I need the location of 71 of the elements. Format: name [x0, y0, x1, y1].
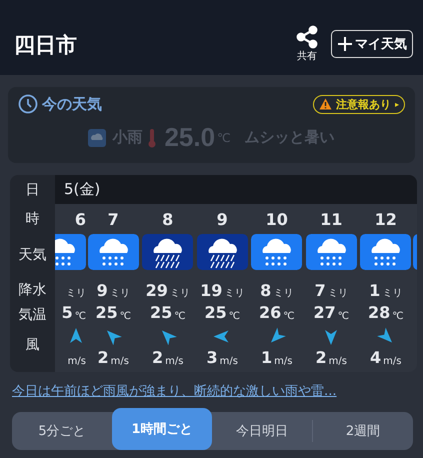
temp-value: 26 — [259, 303, 282, 322]
section-title: 今の天気 — [42, 94, 102, 114]
unit-text: m/s — [220, 356, 238, 367]
unit-text: ℃ — [338, 311, 349, 322]
unit-text: ℃ — [120, 311, 131, 322]
wind-speed-value: 2 — [152, 348, 164, 367]
unit-text: m/s — [110, 356, 129, 367]
hour-text: 9 — [216, 210, 228, 228]
temp-value: 25 — [96, 303, 118, 322]
interval-tab[interactable]: 5分ごと — [12, 412, 112, 450]
rain-cloud-icon — [88, 128, 106, 146]
precip-value: 19 — [200, 281, 222, 300]
date-text: 5(金) — [64, 180, 100, 199]
precip-value: 29 — [146, 281, 168, 300]
interval-tab[interactable]: 今日明日 — [212, 412, 312, 450]
unit-text: ミリ — [170, 287, 190, 300]
temp-value: 28 — [368, 303, 390, 322]
temp-value: 27 — [314, 303, 336, 322]
precip-value: 1 — [369, 281, 380, 300]
unit-text: m/s — [274, 356, 292, 367]
share-button[interactable]: 共有 — [295, 24, 319, 62]
hour-text: 11 — [320, 210, 342, 228]
wind-speed-value: 4 — [370, 348, 382, 367]
share-icon — [295, 24, 319, 48]
row-label: 降水 — [18, 281, 46, 300]
row-label: 気温 — [18, 306, 46, 325]
unit-text: ミリ — [66, 287, 86, 300]
my-weather-button[interactable]: マイ天気 — [331, 30, 413, 58]
unit-text: ミリ — [224, 287, 244, 300]
unit-text: m/s — [68, 356, 86, 367]
unit-text: m/s — [328, 356, 347, 367]
hour-text: 6 — [74, 210, 86, 228]
temp-value: 25 — [204, 303, 227, 322]
unit-text: ミリ — [328, 287, 348, 300]
unit-text: ミリ — [110, 287, 130, 300]
wind-speed-value: 3 — [206, 348, 218, 367]
unit-text: ℃ — [228, 311, 240, 322]
wind-speed-value: 2 — [98, 348, 109, 367]
unit-text: ℃ — [174, 311, 186, 322]
unit-text: ℃ — [392, 311, 404, 322]
warning-icon — [318, 98, 332, 110]
wind-speed-value: 1 — [261, 348, 272, 367]
interval-tab[interactable]: 1時間ごと — [112, 408, 212, 450]
forecast-summary-link[interactable]: 今日は午前ほど雨風が強まり、断続的な激しい雨や雷... — [12, 382, 411, 400]
wind-speed-value: 2 — [316, 348, 327, 367]
unit-text: ℃ — [74, 311, 86, 322]
interval-tab[interactable]: 2週間 — [313, 412, 413, 450]
unit-text: ミリ — [382, 287, 402, 300]
thermometer-icon — [148, 128, 158, 148]
unit-text: ミリ — [273, 287, 294, 300]
hour-text: 7 — [108, 210, 119, 228]
precip-value: 9 — [96, 281, 108, 300]
alert-badge[interactable]: 注意報あり ▸ — [312, 94, 405, 114]
unit-text: ℃ — [283, 311, 294, 322]
row-label: 風 — [26, 336, 40, 355]
row-label: 時 — [26, 210, 40, 229]
plus-icon — [337, 36, 353, 52]
temp-value: 25 — [150, 303, 172, 322]
clock-icon — [18, 94, 38, 114]
hour-text: 8 — [162, 210, 174, 228]
unit-text: m/s — [383, 356, 402, 367]
hour-text: 12 — [374, 210, 397, 228]
hour-text: 10 — [266, 210, 288, 228]
row-label: 日 — [26, 180, 40, 200]
unit-text: ℃ — [217, 130, 231, 144]
precip-value: 7 — [314, 281, 326, 300]
unit-text: m/s — [165, 356, 184, 367]
precip-value: 8 — [260, 281, 272, 300]
row-label: 天気 — [18, 246, 46, 265]
city-title: 四日市 — [14, 32, 78, 58]
temp-value: 5 — [62, 303, 73, 322]
